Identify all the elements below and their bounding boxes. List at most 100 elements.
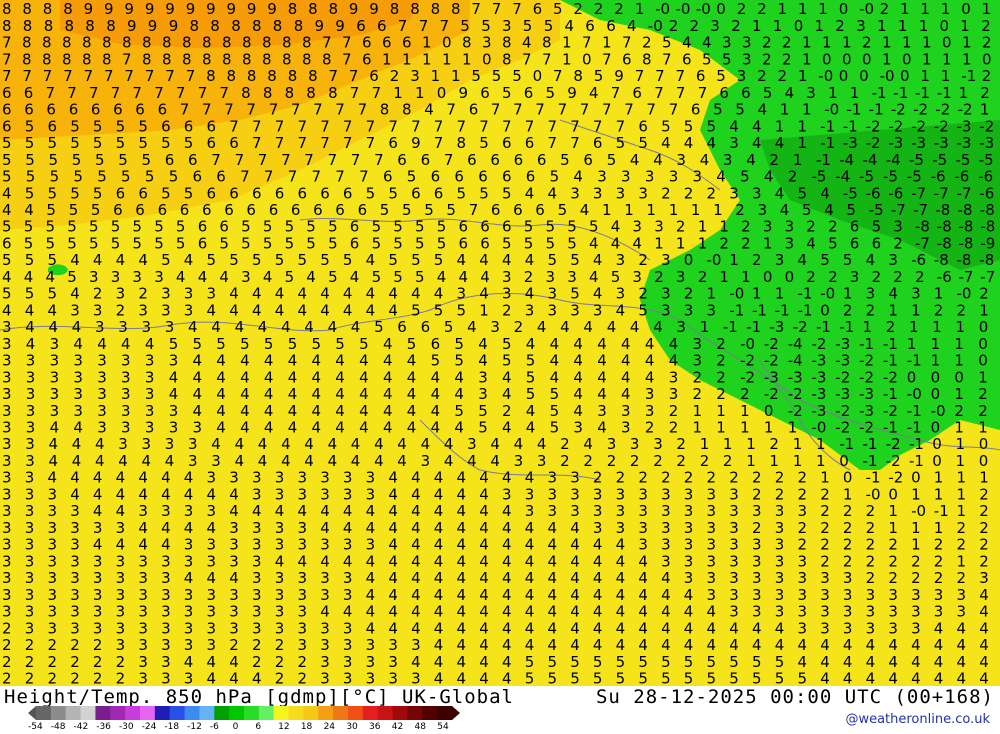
- temperature-label: 4: [480, 268, 490, 286]
- temperature-label: 5: [550, 385, 560, 403]
- temperature-label: 4: [188, 318, 198, 336]
- temperature-label: 4: [193, 385, 203, 403]
- temperature-label: 3: [729, 519, 739, 537]
- temperature-label: 5: [111, 235, 121, 253]
- temperature-label: 1: [979, 301, 989, 319]
- legend-swatch: [303, 706, 319, 720]
- temperature-label: 4: [298, 502, 308, 520]
- temperature-label: 3: [866, 285, 876, 303]
- temperature-label: 3: [548, 301, 558, 319]
- temperature-label: 5: [550, 402, 560, 420]
- temperature-label: 3: [165, 318, 175, 336]
- temperature-label: 4: [820, 636, 830, 654]
- legend-swatch: [199, 706, 215, 720]
- temperature-label: -2: [958, 101, 973, 119]
- temperature-label: 4: [359, 402, 369, 420]
- temperature-label: 5: [454, 352, 464, 370]
- temperature-label: 5: [415, 235, 425, 253]
- temperature-label: 5: [828, 235, 838, 253]
- legend-swatch: [244, 706, 260, 720]
- temperature-label: -5: [859, 168, 874, 186]
- temperature-label: 1: [931, 352, 941, 370]
- temperature-label: 4: [229, 502, 239, 520]
- temperature-label: 2: [593, 469, 603, 487]
- temperature-label: 7: [374, 151, 384, 169]
- temperature-label: 5: [161, 251, 171, 269]
- temperature-label: 8: [222, 34, 232, 52]
- temperature-label: 4: [682, 34, 692, 52]
- temperature-label: 3: [742, 50, 752, 68]
- temperature-label: 3: [116, 519, 126, 537]
- temperature-label: 1: [932, 318, 942, 336]
- temperature-label: 3: [850, 268, 860, 286]
- temperature-label: 4: [597, 368, 607, 386]
- temperature-label: 6: [533, 0, 543, 18]
- temperature-label: 9: [227, 0, 237, 18]
- temperature-label: 4: [351, 318, 361, 336]
- temperature-label: 1: [942, 50, 952, 68]
- temperature-label: 8: [328, 84, 338, 102]
- temperature-label: 3: [169, 419, 179, 437]
- temperature-label: 5: [481, 17, 491, 35]
- temperature-label: 3: [343, 619, 353, 637]
- temperature-label: 4: [525, 603, 535, 621]
- temperature-label: 4: [281, 452, 291, 470]
- temperature-label: 5: [729, 653, 739, 671]
- temperature-label: -0: [676, 0, 691, 18]
- temperature-label: 5: [707, 117, 717, 135]
- temperature-label: 3: [142, 435, 152, 453]
- temperature-label: 3: [26, 385, 36, 403]
- temperature-label: 4: [388, 285, 398, 303]
- temperature-label: 3: [654, 218, 664, 236]
- temperature-label: -2: [866, 134, 881, 152]
- temperature-label: 2: [806, 268, 816, 286]
- temperature-label: 6: [585, 17, 595, 35]
- temperature-label: 4: [798, 251, 808, 269]
- temperature-label: 8: [162, 34, 172, 52]
- temperature-label: -3: [835, 335, 850, 353]
- temperature-label: 9: [567, 84, 577, 102]
- legend-tick-label: -30: [118, 722, 134, 732]
- temperature-label: 4: [383, 368, 393, 386]
- credit-link[interactable]: @weatheronline.co.uk: [845, 712, 990, 727]
- temperature-label: 7: [111, 84, 121, 102]
- temperature-label: 2: [866, 519, 876, 537]
- temperature-label: 4: [388, 536, 398, 554]
- temperature-label: 5: [550, 419, 560, 437]
- temperature-label: 4: [229, 653, 239, 671]
- temperature-label: 7: [593, 117, 603, 135]
- temperature-label: 4: [707, 619, 717, 637]
- temperature-label: 3: [752, 586, 762, 604]
- temperature-label: 4: [593, 251, 603, 269]
- temperature-label: 4: [434, 552, 444, 570]
- temperature-label: -5: [979, 151, 994, 169]
- temperature-label: 3: [298, 469, 308, 487]
- temperature-label: 4: [388, 502, 398, 520]
- temperature-label: 4: [525, 552, 535, 570]
- temperature-label: 1: [415, 84, 425, 102]
- temperature-label: 6: [138, 184, 148, 202]
- temperature-label: 8: [182, 34, 192, 52]
- temperature-label: 5: [312, 335, 322, 353]
- temperature-label: 6: [313, 201, 323, 219]
- temperature-label: 3: [729, 485, 739, 503]
- temperature-label: 1: [788, 419, 798, 437]
- temperature-label: 8: [322, 50, 332, 68]
- temperature-label: 4: [312, 352, 322, 370]
- temperature-label: 2: [752, 485, 762, 503]
- temperature-label: -9: [980, 235, 995, 253]
- temperature-label: 4: [193, 368, 203, 386]
- temperature-label: 5: [684, 653, 694, 671]
- temperature-label: 4: [211, 318, 221, 336]
- legend-swatch: [392, 706, 408, 720]
- temperature-label: 4: [843, 653, 853, 671]
- temperature-label: 2: [820, 519, 830, 537]
- temperature-label: 3: [593, 485, 603, 503]
- temperature-label: 3: [93, 519, 103, 537]
- temperature-label: 1: [956, 318, 966, 336]
- temperature-label: 4: [583, 318, 593, 336]
- temperature-label: 4: [621, 368, 631, 386]
- temperature-label: 5: [169, 335, 179, 353]
- temperature-label: 4: [116, 536, 126, 554]
- temperature-label: 4: [979, 636, 989, 654]
